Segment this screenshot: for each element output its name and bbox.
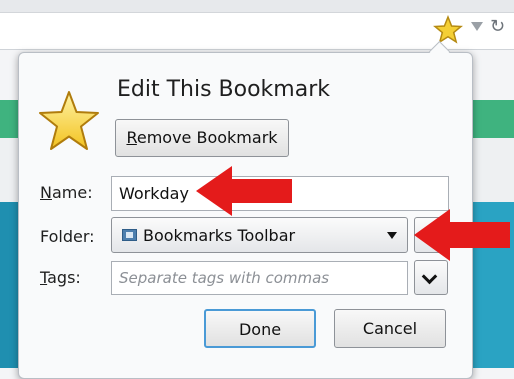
remove-bookmark-button[interactable]: Remove Bookmark xyxy=(115,119,289,157)
mnemonic: R xyxy=(126,128,137,147)
bookmark-star-icon[interactable] xyxy=(433,15,463,45)
browser-tab-strip xyxy=(0,0,514,13)
chevron-down-icon xyxy=(421,268,438,285)
name-label: Name: xyxy=(40,183,93,202)
dialog-title: Edit This Bookmark xyxy=(117,77,330,102)
tags-label: Tags: xyxy=(40,268,81,287)
label-text: ags: xyxy=(47,268,81,287)
folder-selected-value: Bookmarks Toolbar xyxy=(143,226,296,245)
mnemonic: N xyxy=(40,183,52,202)
red-arrow-icon xyxy=(414,209,510,261)
folder-label: Folder: xyxy=(40,227,95,246)
cancel-button[interactable]: Cancel xyxy=(334,309,446,348)
tags-expander-button[interactable] xyxy=(414,260,448,295)
folder-icon xyxy=(122,229,137,241)
button-label: emove Bookmark xyxy=(136,128,278,147)
tags-input[interactable]: Separate tags with commas xyxy=(111,261,408,295)
dropdown-triangle-icon[interactable] xyxy=(471,22,483,31)
caret-down-icon xyxy=(387,232,397,239)
red-arrow-icon xyxy=(196,166,292,216)
bookmark-star-icon xyxy=(39,91,99,150)
done-button[interactable]: Done xyxy=(204,309,316,348)
label-text: ame: xyxy=(51,183,93,202)
folder-select[interactable]: Bookmarks Toolbar xyxy=(111,217,408,253)
reload-icon[interactable]: ↻ xyxy=(490,16,505,37)
